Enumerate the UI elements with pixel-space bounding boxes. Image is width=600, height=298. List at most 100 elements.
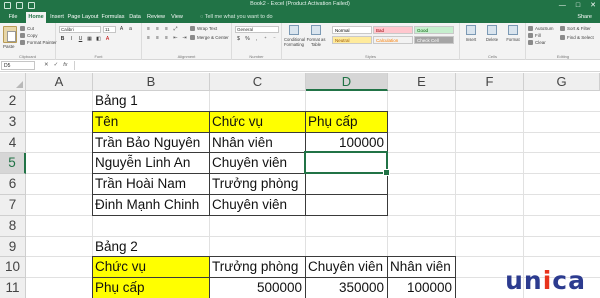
format-as-table-button[interactable]: Format as Table bbox=[306, 25, 326, 47]
fill-button[interactable]: Fill bbox=[528, 33, 541, 39]
cell-d11[interactable]: 350000 bbox=[306, 278, 387, 298]
currency-icon[interactable]: $ bbox=[235, 36, 242, 42]
cell-d4[interactable]: 100000 bbox=[306, 133, 387, 153]
close-button[interactable]: ✕ bbox=[590, 1, 596, 10]
format-cells-button[interactable]: Format bbox=[503, 25, 523, 42]
worksheet-grid[interactable]: A B C D E F G 2 3 4 5 6 7 8 9 10 11 Bảng 1 Tên Chức vụ Phụ c… bbox=[0, 73, 600, 298]
cell-c4[interactable]: Nhân viên bbox=[210, 133, 305, 153]
cell-c3[interactable]: Chức vụ bbox=[210, 111, 305, 132]
cell-c5[interactable]: Chuyên viên bbox=[210, 153, 305, 173]
cell-c11[interactable]: 500000 bbox=[210, 278, 305, 298]
cell-b7[interactable]: Đinh Mạnh Chinh bbox=[93, 195, 209, 215]
style-good[interactable]: Good bbox=[414, 26, 454, 34]
style-normal[interactable]: Normal bbox=[332, 26, 372, 34]
grow-font-icon[interactable]: A bbox=[118, 26, 125, 32]
maximize-button[interactable]: □ bbox=[576, 1, 580, 10]
formula-input[interactable] bbox=[74, 61, 598, 70]
insert-cells-button[interactable]: Insert bbox=[461, 25, 481, 42]
clear-button[interactable]: Clear bbox=[528, 40, 546, 46]
name-box[interactable]: D5 bbox=[1, 61, 35, 70]
row-header-7[interactable]: 7 bbox=[0, 195, 26, 216]
paste-label[interactable]: Paste bbox=[3, 44, 15, 49]
font-color-icon[interactable]: A bbox=[104, 36, 111, 42]
column-header-g[interactable]: G bbox=[524, 73, 600, 91]
cell-d3[interactable]: Phụ cấp bbox=[306, 111, 387, 132]
row-header-4[interactable]: 4 bbox=[0, 132, 26, 154]
row-header-6[interactable]: 6 bbox=[0, 174, 26, 195]
column-header-a[interactable]: A bbox=[26, 73, 93, 91]
align-middle-icon[interactable]: ≡ bbox=[154, 26, 161, 32]
comma-icon[interactable]: , bbox=[253, 36, 260, 42]
underline-icon[interactable]: U bbox=[77, 36, 84, 42]
tab-page-layout[interactable]: Page Layout bbox=[67, 12, 99, 23]
column-header-d[interactable]: D bbox=[306, 73, 388, 91]
cell-b2[interactable]: Bảng 1 bbox=[93, 91, 209, 111]
font-name-select[interactable]: Calibri bbox=[59, 26, 101, 33]
row-header-8[interactable]: 8 bbox=[0, 215, 26, 237]
cell-b5[interactable]: Nguyễn Linh An bbox=[93, 153, 209, 173]
row-header-10[interactable]: 10 bbox=[0, 257, 26, 279]
column-header-b[interactable]: B bbox=[93, 73, 210, 91]
increase-decimal-icon[interactable]: ⁺ bbox=[262, 36, 269, 42]
column-header-e[interactable]: E bbox=[388, 73, 456, 91]
cell-c10[interactable]: Trưởng phòng bbox=[210, 257, 305, 277]
paste-icon[interactable] bbox=[3, 26, 17, 43]
cell-b3[interactable]: Tên bbox=[93, 111, 209, 132]
tab-insert[interactable]: Insert bbox=[48, 12, 66, 23]
align-right-icon[interactable]: ≡ bbox=[163, 35, 170, 41]
column-header-f[interactable]: F bbox=[456, 73, 524, 91]
column-header-c[interactable]: C bbox=[210, 73, 306, 91]
percent-icon[interactable]: % bbox=[244, 36, 251, 42]
tell-me-search[interactable]: ◌ Tell me what you want to do bbox=[200, 12, 273, 23]
insert-function-icon[interactable]: fx bbox=[63, 61, 67, 70]
decrease-decimal-icon[interactable]: ⁻ bbox=[271, 36, 278, 42]
tab-file[interactable]: File bbox=[4, 12, 22, 23]
autosum-button[interactable]: AutoSum bbox=[528, 26, 554, 32]
indent-decrease-icon[interactable]: ⇤ bbox=[172, 35, 179, 41]
minimize-button[interactable]: — bbox=[559, 1, 566, 10]
row-header-3[interactable]: 3 bbox=[0, 111, 26, 133]
copy-button[interactable]: Copy bbox=[20, 33, 38, 39]
font-size-select[interactable]: 11 bbox=[103, 26, 116, 33]
borders-icon[interactable]: ▦ bbox=[86, 36, 93, 42]
row-header-2[interactable]: 2 bbox=[0, 91, 26, 112]
orientation-icon[interactable]: ⤢ bbox=[172, 26, 179, 32]
align-bottom-icon[interactable]: ≡ bbox=[163, 26, 170, 32]
cell-c6[interactable]: Trưởng phòng bbox=[210, 174, 305, 194]
select-all-button[interactable] bbox=[0, 73, 26, 91]
cut-button[interactable]: Cut bbox=[20, 26, 34, 32]
cell-d10[interactable]: Chuyên viên bbox=[306, 257, 387, 277]
cell-e10[interactable]: Nhân viên bbox=[388, 257, 455, 277]
tab-formulas[interactable]: Formulas bbox=[100, 12, 126, 23]
indent-increase-icon[interactable]: ⇥ bbox=[181, 35, 188, 41]
tab-data[interactable]: Data bbox=[127, 12, 143, 23]
find-select-button[interactable]: Find & Select bbox=[560, 35, 594, 41]
sort-filter-button[interactable]: Sort & Filter bbox=[560, 26, 591, 32]
cell-b9[interactable]: Bảng 2 bbox=[93, 237, 209, 257]
delete-cells-button[interactable]: Delete bbox=[482, 25, 502, 42]
bold-icon[interactable]: B bbox=[59, 36, 66, 42]
cell-b6[interactable]: Trần Hoài Nam bbox=[93, 174, 209, 194]
share-button[interactable]: Share bbox=[577, 12, 592, 23]
style-bad[interactable]: Bad bbox=[373, 26, 413, 34]
style-calculation[interactable]: Calculation bbox=[373, 36, 413, 44]
cell-c7[interactable]: Chuyên viên bbox=[210, 195, 305, 215]
conditional-formatting-button[interactable]: Conditional Formatting bbox=[284, 25, 305, 47]
enter-icon[interactable]: ✓ bbox=[54, 61, 59, 70]
tab-home[interactable]: Home bbox=[26, 12, 46, 23]
italic-icon[interactable]: I bbox=[68, 36, 75, 42]
cell-b10[interactable]: Chức vụ bbox=[93, 257, 209, 278]
tab-review[interactable]: Review bbox=[145, 12, 167, 23]
number-format-select[interactable]: General bbox=[235, 26, 279, 33]
row-header-9[interactable]: 9 bbox=[0, 236, 26, 258]
style-neutral[interactable]: Neutral bbox=[332, 36, 372, 44]
active-cell-selection[interactable] bbox=[304, 151, 390, 176]
row-header-11[interactable]: 11 bbox=[0, 278, 26, 298]
cancel-icon[interactable]: ✕ bbox=[44, 61, 49, 70]
merge-center-button[interactable]: Merge & Center bbox=[190, 35, 229, 41]
style-check-cell[interactable]: Check Cell bbox=[414, 36, 454, 44]
format-painter-button[interactable]: Format Painter bbox=[20, 40, 57, 46]
shrink-font-icon[interactable]: a bbox=[127, 26, 134, 32]
fill-color-icon[interactable]: ◧ bbox=[95, 36, 102, 42]
cell-b4[interactable]: Trần Bảo Nguyên bbox=[93, 133, 209, 153]
